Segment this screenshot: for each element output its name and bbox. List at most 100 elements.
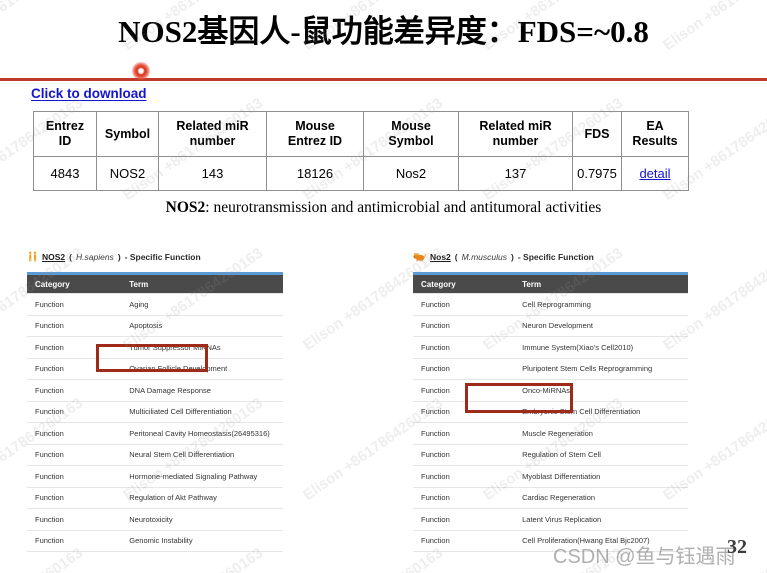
detail-link[interactable]: detail [639,166,670,181]
table-row[interactable]: Function Latent Virus Replication [413,508,688,531]
human-header-category: Category [27,275,122,294]
human-row-8-term: Hormone-mediated Signaling Pathway [121,465,283,488]
table-row[interactable]: Function Neurotoxicity [27,508,283,531]
human-row-11-category: Function [27,530,122,552]
table-row[interactable]: Function Hormone-mediated Signaling Pathw… [27,465,283,488]
human-row-4-category: Function [27,379,122,402]
cell-fds: 0.7975 [572,156,622,191]
mouse-row-0-category: Function [413,293,515,316]
human-function-table: Category Term Function Aging Function Apop… [27,275,283,552]
caption-description: : neurotransmission and antimicrobial an… [205,199,602,216]
table-row[interactable]: Function Neuron Development [413,315,688,337]
human-figure-icon [27,251,38,264]
cell-mouse-related-mir-number: 137 [458,156,573,191]
human-row-7-term: Neural Stem Cell Differentiation [121,444,283,466]
human-row-6-term: Peritoneal Cavity Homeostasis(26495316) [121,422,283,445]
human-row-3-term: Ovarian Follicle Development [121,358,283,380]
table-row[interactable]: Function Apoptosis [27,315,283,337]
header-mouse-entrez-id: Mouse Entrez ID [266,111,364,157]
cell-mouse-symbol: Nos2 [363,156,459,191]
cell-ea-results: detail [621,156,689,191]
human-row-10-category: Function [27,508,122,531]
title-divider [0,62,767,84]
red-dot-marker-icon [132,62,150,80]
gene-caption: NOS2: neurotransmission and antimicrobia… [0,199,767,217]
table-row[interactable]: Function Immune System(Xiao's Cell2010) [413,336,688,359]
mouse-row-5-term: Embryonic Stem Cell Differentiation [514,401,688,423]
table-row[interactable]: Function Pluripotent Stem Cells Reprogram… [413,358,688,380]
human-row-1-term: Apoptosis [121,315,283,337]
human-row-2-term: Tumor Suppressor MiRNAs [121,336,283,359]
human-row-1-category: Function [27,315,122,337]
csdn-watermark: CSDN @鱼与钰遇雨 [553,546,736,568]
human-row-4-term: DNA Damage Response [121,379,283,402]
panel-mouse-gene-link[interactable]: Nos2 [430,252,451,262]
panel-human-suffix: - Specific Function [124,252,201,262]
human-row-0-category: Function [27,293,122,316]
mouse-row-2-term: Immune System(Xiao's Cell2010) [514,336,688,359]
table-row[interactable]: Function Tumor Suppressor MiRNAs [27,336,283,359]
table-row[interactable]: Function Ovarian Follicle Development [27,358,283,380]
human-row-7-category: Function [27,444,122,466]
human-row-9-category: Function [27,487,122,509]
header-entrez-id: Entrez ID [33,111,97,157]
mouse-row-11-category: Function [413,530,515,552]
table-row[interactable]: Function Cardiac Regeneration [413,487,688,509]
human-table-body: Function Aging Function Apoptosis Function… [27,293,283,552]
table-row[interactable]: Function Myoblast Differentiation [413,465,688,488]
table-row[interactable]: Function Neural Stem Cell Differentiation [27,444,283,466]
header-related-mir-number: Related miR number [158,111,267,157]
click-to-download-link[interactable]: Click to download [31,86,147,101]
mouse-row-10-term: Latent Virus Replication [514,508,688,531]
table-row[interactable]: Function DNA Damage Response [27,379,283,402]
human-row-0-term: Aging [121,293,283,316]
panel-mouse-species-close: ) [510,252,514,262]
mouse-row-5-category: Function [413,401,515,423]
table-row[interactable]: Function Muscle Regeneration [413,422,688,445]
human-row-5-term: Multiciliated Cell Differentiation [121,401,283,423]
page-title: NOS2基因人-鼠功能差异度：FDS=~0.8 [118,14,649,49]
mouse-row-7-term: Regulation of Stem Cell [514,444,688,466]
mouse-row-10-category: Function [413,508,515,531]
page-number: 32 [727,536,747,558]
human-row-5-category: Function [27,401,122,423]
table-row[interactable]: Function Peritoneal Cavity Homeostasis(26… [27,422,283,445]
mouse-row-4-term: Onco-MiRNAs [514,379,688,402]
human-header-term: Term [121,275,283,294]
mouse-row-0-term: Cell Reprogramming [514,293,688,316]
human-row-9-term: Regulation of Akt Pathway [121,487,283,509]
header-mouse-symbol: Mouse Symbol [363,111,459,157]
panel-human-gene-link[interactable]: NOS2 [42,252,65,262]
mouse-row-8-category: Function [413,465,515,488]
mouse-table-header-row: Category Term [413,275,688,294]
panel-human-species: H.sapiens [76,252,114,262]
table-row[interactable]: Function Regulation of Stem Cell [413,444,688,466]
table-row[interactable]: Function Cell Reprogramming [413,293,688,316]
mouse-row-7-category: Function [413,444,515,466]
table-row[interactable]: Function Multiciliated Cell Differentiati… [27,401,283,423]
table-row[interactable]: Function Regulation of Akt Pathway [27,487,283,509]
cell-entrez-id: 4843 [33,156,97,191]
table-row[interactable]: Function Onco-MiRNAs [413,379,688,402]
caption-gene-name: NOS2 [165,199,206,216]
panel-human-species-close: ) [117,252,121,262]
panel-mouse-species: M.musculus [461,252,507,262]
human-row-8-category: Function [27,465,122,488]
mouse-header-category: Category [413,275,515,294]
table-row[interactable]: Function Aging [27,293,283,316]
header-fds: FDS [572,111,622,157]
header-symbol: Symbol [96,111,159,157]
human-table-header-row: Category Term [27,275,283,294]
mouse-function-table: Category Term Function Cell Reprogramming… [413,275,688,552]
divider-rule [0,78,767,81]
panel-mouse-species-open: ( [454,252,458,262]
human-row-2-category: Function [27,336,122,359]
human-row-10-term: Neurotoxicity [121,508,283,531]
table-row[interactable]: Function Genomic Instability [27,530,283,552]
table-header-row: Entrez ID Symbol Related miR number Mous… [33,111,689,157]
mouse-row-1-category: Function [413,315,515,337]
mouse-animal-icon [413,251,426,264]
mouse-table-body: Function Cell Reprogramming Function Neuro… [413,293,688,552]
table-row[interactable]: Function Embryonic Stem Cell Differentiat… [413,401,688,423]
table-row: 4843 NOS2 143 18126 Nos2 137 0.7975 deta… [33,156,689,191]
